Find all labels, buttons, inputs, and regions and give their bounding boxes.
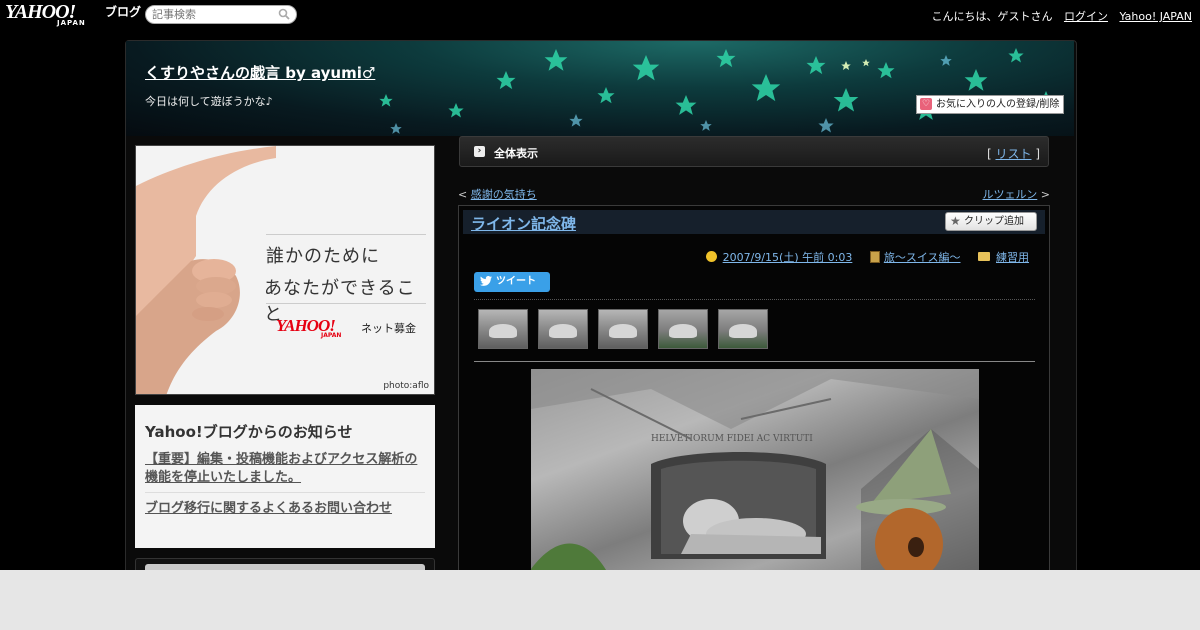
ad-rule-bottom <box>266 303 426 304</box>
thumb-lion-shape <box>489 324 517 338</box>
top-bar: YAHOO! JAPAN ブログ こんにちは、ゲストさん ログイン Yahoo!… <box>0 0 1200 30</box>
view-mode-bar: › 全体表示 [ リスト ] <box>459 136 1049 167</box>
blog-subtitle: 今日は何して遊ぼうかな♪ <box>145 95 273 108</box>
article-datetime-link[interactable]: 2007/9/15(土) 午前 0:03 <box>723 251 853 264</box>
sidebar-next-box <box>135 558 435 570</box>
arrow-right-icon: › <box>474 146 485 157</box>
article-meta: 2007/9/15(土) 午前 0:03 旅～スイス編～ 練習用 <box>692 249 1029 265</box>
ad-rule-top <box>266 234 426 235</box>
list-view-toggle: [ リスト ] <box>987 145 1040 162</box>
tweet-label: ツイート <box>496 276 536 287</box>
ad-yahoo-japan: JAPAN <box>321 332 342 339</box>
search-box <box>145 5 297 24</box>
notice-link-faq[interactable]: ブログ移行に関するよくあるお問い合わせ <box>145 500 425 523</box>
handshake-image <box>136 146 276 394</box>
stars-decoration <box>379 48 1056 134</box>
sidebar-next-box-inner <box>145 564 425 570</box>
notice-divider <box>145 492 425 493</box>
article: ライオン記念碑 ★ クリップ追加 2007/9/15(土) 午前 0:03 旅～… <box>458 205 1050 570</box>
thumb-lion-shape <box>729 324 757 338</box>
logo-blog: ブログ <box>105 5 142 19</box>
meta-folder: 練習用 <box>978 249 1029 265</box>
yahoo-blog-logo[interactable]: YAHOO! JAPAN ブログ <box>5 2 141 28</box>
ad-service-name: ネット募金 <box>361 322 416 335</box>
yahoo-japan-link[interactable]: Yahoo! JAPAN <box>1119 10 1192 23</box>
logo-japan: JAPAN <box>57 19 86 27</box>
thumbnail-3[interactable] <box>598 309 648 349</box>
search-input[interactable] <box>152 7 274 22</box>
meta-datetime: 2007/9/15(土) 午前 0:03 <box>705 249 853 265</box>
ad-line-1: 誰かのために <box>266 246 380 267</box>
dotted-divider <box>474 299 1035 300</box>
tweet-button[interactable]: ツイート <box>474 272 550 292</box>
thumbnail-5[interactable] <box>718 309 768 349</box>
star-icon: ★ <box>950 214 961 228</box>
article-photo-lion-monument[interactable]: HELVETIORUM FIDEI AC VIRTUTI <box>531 369 979 570</box>
prev-arrow: < <box>458 188 471 201</box>
yahoo-blog-notice: Yahoo!ブログからのお知らせ 【重要】編集・投稿機能およびアクセス解析の機能… <box>135 405 435 548</box>
list-bracket-close: ] <box>1031 147 1040 161</box>
article-title[interactable]: ライオン記念碑 <box>471 213 576 234</box>
ad-photo-credit: photo:aflo <box>383 381 429 391</box>
next-article-nav: ルツェルン > <box>983 186 1051 202</box>
notice-link-important[interactable]: 【重要】編集・投稿機能およびアクセス解析の機能を停止いたしました。 <box>145 451 425 492</box>
donation-ad-banner[interactable]: 誰かのために あなたができること YAHOO! JAPAN ネット募金 phot… <box>135 145 435 395</box>
favorite-register-label: お気に入りの人の登録/削除 <box>936 99 1060 110</box>
view-all-label[interactable]: 全体表示 <box>494 145 538 161</box>
notice-heading: Yahoo!ブログからのお知らせ <box>145 423 353 441</box>
article-category-link[interactable]: 旅～スイス編～ <box>884 251 961 264</box>
thumbnail-2[interactable] <box>538 309 588 349</box>
blog-title[interactable]: くすりやさんの戯言 by ayumi♂ <box>145 62 375 83</box>
clip-add-label: クリップ追加 <box>964 216 1024 227</box>
solid-divider <box>474 361 1035 362</box>
greeting-text: こんにちは、ゲストさん <box>931 10 1053 23</box>
prev-article-link[interactable]: 感謝の気持ち <box>471 188 537 201</box>
meta-category: 旅～スイス編～ <box>869 249 961 265</box>
article-title-bar: ライオン記念碑 ★ クリップ追加 <box>463 210 1045 234</box>
thumbnail-1[interactable] <box>478 309 528 349</box>
book-icon <box>869 251 880 263</box>
thumb-lion-shape <box>609 324 637 338</box>
next-arrow: > <box>1037 188 1050 201</box>
user-area: こんにちは、ゲストさん ログイン Yahoo! JAPAN <box>931 8 1192 24</box>
clock-icon <box>705 251 717 262</box>
twitter-bird-icon <box>480 276 492 286</box>
page: YAHOO! JAPAN ブログ こんにちは、ゲストさん ログイン Yahoo!… <box>0 0 1200 570</box>
prev-article-nav: < 感謝の気持ち <box>458 186 537 202</box>
folder-icon <box>978 252 990 261</box>
lion-monument-illustration: HELVETIORUM FIDEI AC VIRTUTI <box>531 369 979 570</box>
article-folder-link[interactable]: 練習用 <box>996 251 1029 264</box>
clip-add-button[interactable]: ★ クリップ追加 <box>945 212 1037 231</box>
thumb-lion-shape <box>669 324 697 338</box>
blog-header: くすりやさんの戯言 by ayumi♂ 今日は何して遊ぼうかな♪ ♡ お気に入り… <box>126 41 1074 136</box>
heart-icon: ♡ <box>920 98 932 110</box>
thumbnail-4[interactable] <box>658 309 708 349</box>
next-article-link[interactable]: ルツェルン <box>983 188 1038 201</box>
thumb-lion-shape <box>549 324 577 338</box>
login-link[interactable]: ログイン <box>1064 10 1108 23</box>
list-view-link[interactable]: リスト <box>995 147 1031 161</box>
search-icon[interactable] <box>278 8 290 20</box>
monument-inscription: HELVETIORUM FIDEI AC VIRTUTI <box>651 434 813 444</box>
favorite-register-button[interactable]: ♡ お気に入りの人の登録/削除 <box>916 95 1064 114</box>
